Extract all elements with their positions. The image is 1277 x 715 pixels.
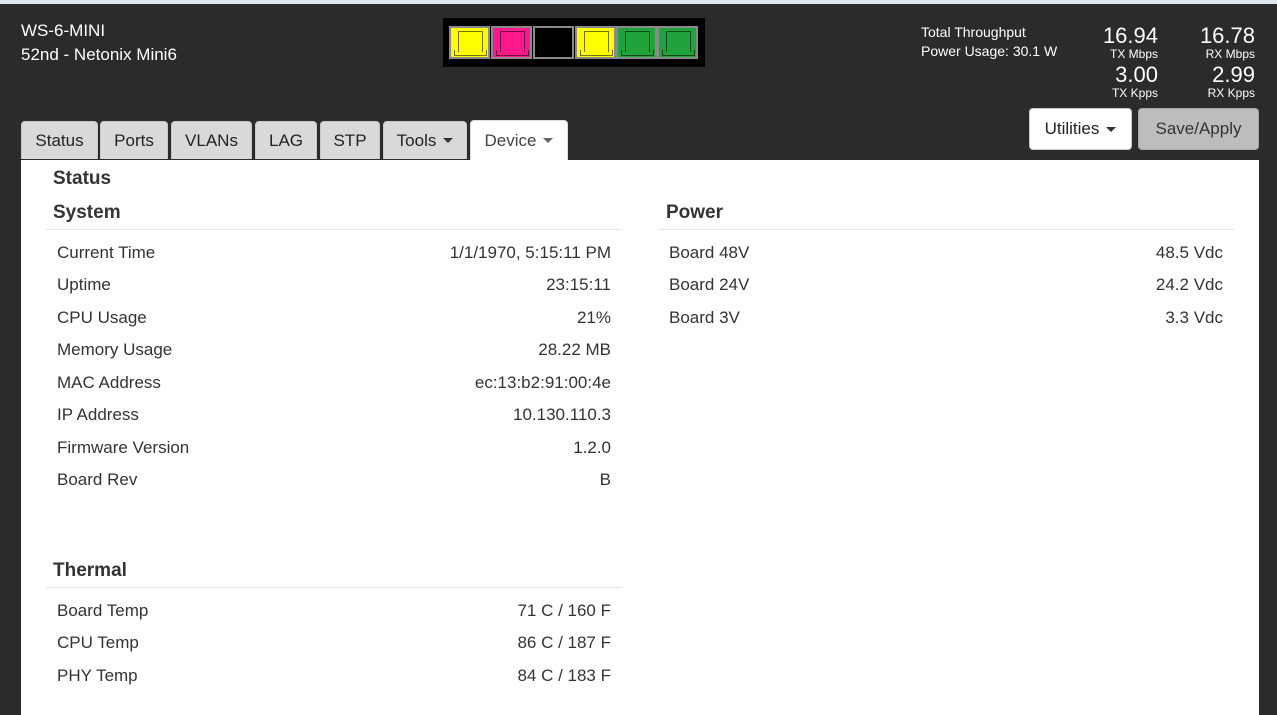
thermal-row-cpu-temp: CPU Temp 86 C / 187 F [57, 633, 611, 665]
thermal-row-phy-temp: PHY Temp 84 C / 183 F [57, 666, 611, 698]
power-usage: Power Usage: 30.1 W [921, 43, 1058, 59]
top-border [0, 0, 1277, 4]
row-label: Firmware Version [57, 438, 190, 457]
row-value: 23:15:11 [546, 275, 611, 294]
page-title: Status [53, 168, 112, 189]
thermal-divider [46, 587, 622, 588]
rx-mbps-stat: 16.78 RX Mbps [1199, 23, 1255, 61]
system-row-ip-address: IP Address 10.130.110.3 [57, 405, 611, 437]
power-row-board-3v: Board 3V 3.3 Vdc [669, 308, 1223, 340]
rx-mbps-value: 16.78 [1199, 23, 1255, 48]
row-label: Board Rev [57, 470, 138, 489]
utilities-button[interactable]: Utilities [1029, 108, 1132, 150]
power-divider [659, 229, 1234, 230]
port-status-panel [443, 18, 705, 67]
throughput-label: Total Throughput [921, 24, 1026, 40]
row-value: 10.130.110.3 [513, 405, 611, 424]
tab-lag[interactable]: LAG [255, 121, 317, 159]
row-label: Board 48V [669, 243, 750, 262]
tab-status[interactable]: Status [21, 121, 98, 159]
thermal-row-board-temp: Board Temp 71 C / 160 F [57, 601, 611, 633]
tx-kpps-label: TX Kpps [1111, 86, 1158, 100]
port-6-icon[interactable] [657, 26, 698, 59]
tab-stp[interactable]: STP [320, 121, 380, 159]
port-2-icon[interactable] [491, 26, 532, 59]
tab-device-label: Device [484, 130, 537, 150]
power-heading: Power [666, 202, 724, 223]
row-label: Uptime [57, 275, 111, 294]
tx-kpps-stat: 3.00 TX Kpps [1111, 62, 1158, 100]
save-apply-button[interactable]: Save/Apply [1138, 108, 1259, 150]
tab-vlans[interactable]: VLANs [171, 121, 252, 159]
tx-mbps-label: TX Mbps [1109, 47, 1158, 61]
system-row-firmware-version: Firmware Version 1.2.0 [57, 438, 611, 470]
row-label: IP Address [57, 405, 139, 424]
port-1-icon[interactable] [449, 26, 490, 59]
rx-kpps-stat: 2.99 RX Kpps [1207, 62, 1255, 100]
thermal-heading: Thermal [53, 560, 127, 581]
system-row-mac-address: MAC Address ec:13:b2:91:00:4e [57, 373, 611, 405]
row-value: 3.3 Vdc [1165, 308, 1223, 327]
tx-mbps-value: 16.94 [1102, 23, 1158, 48]
device-name: WS-6-MINI [21, 21, 106, 40]
row-label: Board Temp [57, 601, 149, 620]
rx-kpps-value: 2.99 [1212, 62, 1255, 87]
rx-kpps-label: RX Kpps [1207, 86, 1255, 100]
port-4-icon[interactable] [575, 26, 616, 59]
tab-ports[interactable]: Ports [100, 121, 168, 159]
power-row-board-24v: Board 24V 24.2 Vdc [669, 275, 1223, 307]
tab-vlans-label: VLANs [185, 130, 238, 150]
content-panel: Status System Current Time 1/1/1970, 5:15… [21, 160, 1259, 715]
power-row-board-48v: Board 48V 48.5 Vdc [669, 243, 1223, 275]
row-value: 84 C / 183 F [517, 666, 611, 685]
row-value: B [599, 470, 611, 489]
rx-mbps-label: RX Mbps [1205, 47, 1255, 61]
row-value: ec:13:b2:91:00:4e [474, 373, 611, 392]
chevron-down-icon [443, 138, 454, 143]
row-value: 86 C / 187 F [517, 633, 611, 652]
system-row-board-rev: Board Rev B [57, 470, 611, 502]
row-value: 28.22 MB [538, 340, 611, 359]
tab-tools-label: Tools [396, 130, 437, 150]
row-label: MAC Address [57, 373, 161, 392]
row-label: Current Time [57, 243, 156, 262]
system-divider [46, 229, 622, 230]
row-value: 21% [576, 308, 611, 327]
row-value: 24.2 Vdc [1155, 275, 1223, 294]
tab-device[interactable]: Device [470, 120, 568, 160]
row-value: 48.5 Vdc [1155, 243, 1223, 262]
row-value: 71 C / 160 F [517, 601, 611, 620]
row-label: CPU Temp [57, 633, 139, 652]
row-value: 1.2.0 [573, 438, 611, 457]
chevron-down-icon [543, 138, 554, 143]
row-label: CPU Usage [57, 308, 147, 327]
port-5-icon[interactable] [616, 26, 657, 59]
tab-status-label: Status [35, 130, 84, 150]
row-label: Memory Usage [57, 340, 173, 359]
save-apply-button-label: Save/Apply [1155, 119, 1242, 138]
system-row-cpu-usage: CPU Usage 21% [57, 308, 611, 340]
tab-lag-label: LAG [268, 130, 304, 150]
tx-mbps-stat: 16.94 TX Mbps [1102, 23, 1158, 61]
port-3-icon[interactable] [533, 26, 574, 59]
utilities-button-label: Utilities [1044, 119, 1100, 138]
chevron-down-icon [1106, 126, 1117, 132]
tab-tools[interactable]: Tools [383, 121, 467, 159]
row-value: 1/1/1970, 5:15:11 PM [449, 243, 611, 262]
device-description: 52nd - Netonix Mini6 [21, 45, 177, 64]
system-row-memory-usage: Memory Usage 28.22 MB [57, 340, 611, 372]
row-label: Board 24V [669, 275, 750, 294]
system-row-current-time: Current Time 1/1/1970, 5:15:11 PM [57, 243, 611, 275]
system-row-uptime: Uptime 23:15:11 [57, 275, 611, 307]
system-heading: System [53, 202, 121, 223]
row-label: Board 3V [669, 308, 740, 327]
tab-ports-label: Ports [114, 130, 154, 150]
row-label: PHY Temp [57, 666, 138, 685]
tx-kpps-value: 3.00 [1115, 62, 1158, 87]
tab-stp-label: STP [333, 130, 367, 150]
